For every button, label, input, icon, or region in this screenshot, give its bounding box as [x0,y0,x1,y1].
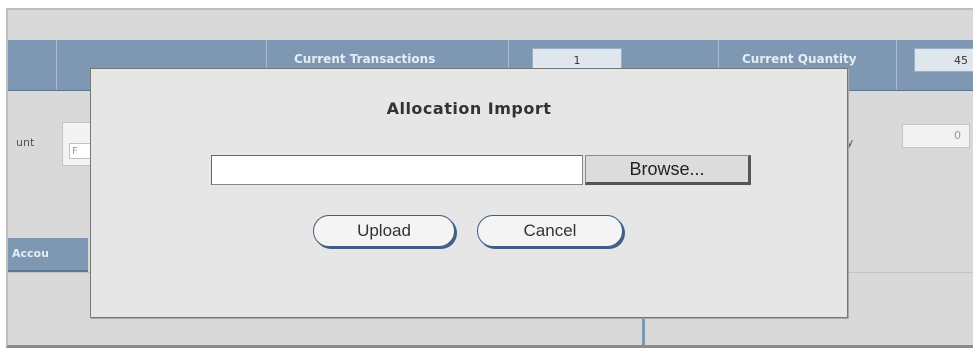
account-tab[interactable]: Accou [8,238,88,272]
allocation-import-dialog: Allocation Import Browse... Upload Cance… [90,68,848,318]
current-quantity-value: 45 [914,48,973,72]
account-tab-label: Accou [12,247,49,260]
dialog-title: Allocation Import [386,99,552,118]
filter-field-inner[interactable]: F [69,143,91,159]
header-separator [896,40,897,90]
browse-button[interactable]: Browse... [585,155,751,185]
cancel-button[interactable]: Cancel [477,215,623,247]
file-path-input[interactable] [211,155,583,185]
app-window: Current Transactions 1 Current Quantity … [6,8,973,348]
header-separator [56,40,57,90]
current-transactions-label: Current Transactions [294,52,436,66]
current-quantity-label: Current Quantity [742,52,857,66]
quantity-field: 0 [902,124,970,148]
row-label-left: unt [16,136,35,149]
upload-button[interactable]: Upload [313,215,455,247]
